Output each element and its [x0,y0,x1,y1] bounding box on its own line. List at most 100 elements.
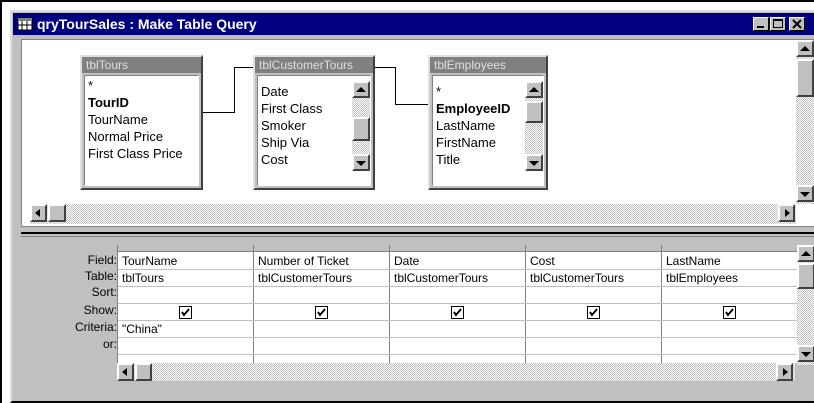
show-checkbox[interactable] [179,306,192,319]
field-list-tbltours[interactable]: tblTours * TourID TourName Normal Price … [80,55,203,190]
row-label-criteria: Criteria: [74,320,117,334]
field-cell[interactable]: LastName [666,253,794,269]
field-item[interactable]: * [436,83,441,100]
scroll-thumb[interactable] [48,204,66,222]
table-pane-vscrollbar[interactable] [796,40,814,204]
criteria-cell[interactable] [666,321,794,337]
scroll-down-button[interactable] [797,345,814,362]
table-cell[interactable]: tblCustomerTours [394,270,522,286]
minimize-button[interactable] [753,17,769,31]
field-list-title[interactable]: tblEmployees [430,57,546,73]
field-list-tblemployees[interactable]: tblEmployees * EmployeeID LastName First… [428,55,548,190]
row-label-show: Show: [83,303,117,317]
pane-splitter[interactable] [21,232,814,234]
field-list-items[interactable]: * TourID TourName Normal Price First Cla… [84,75,199,186]
criteria-cell[interactable] [394,321,522,337]
show-checkbox[interactable] [315,306,328,319]
scroll-down-button[interactable] [796,185,814,202]
field-cell[interactable]: Date [394,253,522,269]
join-line[interactable] [395,104,428,105]
field-item[interactable]: Ship Via [261,134,309,151]
grid-hscrollbar[interactable] [117,363,795,381]
sort-cell[interactable] [122,287,250,303]
field-list-title[interactable]: tblCustomerTours [255,57,373,73]
check-icon [453,308,462,317]
scroll-up-button[interactable] [796,40,814,57]
title-bar[interactable]: qryTourSales : Make Table Query [13,13,814,35]
field-item[interactable]: Title [436,151,460,168]
scroll-up-button[interactable] [797,245,814,262]
field-item[interactable]: Date [261,83,288,100]
field-item[interactable]: TourID [88,94,129,111]
or-cell[interactable] [258,338,386,354]
scroll-right-button[interactable] [778,204,795,222]
field-list-scrollbar[interactable] [352,81,370,171]
field-item[interactable]: Cost [261,151,288,168]
field-list-items[interactable]: Date First Class Smoker Ship Via Cost [257,75,371,186]
show-checkbox[interactable] [587,306,600,319]
field-item[interactable]: EmployeeID [436,100,510,117]
scroll-left-button[interactable] [117,363,134,381]
arrow-left-icon [122,368,127,376]
sort-cell[interactable] [530,287,658,303]
design-grid: Field: Table: Sort: Show: Criteria: or: … [25,245,814,393]
close-button[interactable] [789,17,805,31]
field-item[interactable]: LastName [436,117,495,134]
field-list-title[interactable]: tblTours [82,57,201,73]
or-cell[interactable] [394,338,522,354]
field-item[interactable]: First Class [261,100,322,117]
sort-cell[interactable] [394,287,522,303]
maximize-icon [773,19,783,28]
field-list-scrollbar[interactable] [525,81,543,171]
grid-vscrollbar[interactable] [797,245,814,365]
field-item[interactable]: Smoker [261,117,306,134]
scroll-up-button[interactable] [525,81,543,98]
scroll-thumb[interactable] [135,363,152,381]
field-cell[interactable]: TourName [122,253,250,269]
table-cell[interactable]: tblTours [122,270,250,286]
or-cell[interactable] [530,338,658,354]
table-cell[interactable]: tblCustomerTours [530,270,658,286]
show-checkbox[interactable] [723,306,736,319]
join-line[interactable] [234,67,235,113]
field-item[interactable]: * [88,77,93,94]
field-list-items[interactable]: * EmployeeID LastName FirstName Title [432,75,544,186]
join-line[interactable] [395,67,396,105]
scroll-left-button[interactable] [30,204,47,222]
query-icon [17,17,33,31]
scroll-down-button[interactable] [352,154,370,171]
table-cell[interactable]: tblCustomerTours [258,270,386,286]
table-pane-hscrollbar[interactable] [30,204,796,224]
scroll-up-button[interactable] [352,81,370,98]
criteria-cell[interactable]: "China" [122,321,250,337]
maximize-button[interactable] [770,17,786,31]
scroll-thumb[interactable] [797,263,814,289]
table-cell[interactable]: tblEmployees [666,270,794,286]
field-cell[interactable]: Cost [530,253,658,269]
scroll-thumb[interactable] [525,101,543,123]
field-list-tblcustomertours[interactable]: tblCustomerTours Date First Class Smoker… [253,55,375,190]
scroll-right-button[interactable] [776,363,793,381]
field-item[interactable]: FirstName [436,134,496,151]
scroll-down-button[interactable] [525,154,543,171]
criteria-cell[interactable] [530,321,658,337]
sort-cell[interactable] [666,287,794,303]
join-line[interactable] [234,67,253,68]
join-line[interactable] [203,112,235,113]
field-cell[interactable]: Number of Ticket [258,253,386,269]
scroll-thumb[interactable] [352,117,370,141]
join-line[interactable] [375,67,395,68]
check-icon [725,308,734,317]
scroll-thumb[interactable] [796,59,814,97]
sort-cell[interactable] [258,287,386,303]
or-cell[interactable] [122,338,250,354]
show-checkbox[interactable] [451,306,464,319]
field-item[interactable]: TourName [88,111,148,128]
field-item[interactable]: Normal Price [88,128,163,145]
column-selectors[interactable] [118,245,798,252]
criteria-cell[interactable] [258,321,386,337]
field-item[interactable]: First Class Price [88,145,183,162]
close-icon [792,19,802,29]
grid-line [118,337,798,338]
or-cell[interactable] [666,338,794,354]
